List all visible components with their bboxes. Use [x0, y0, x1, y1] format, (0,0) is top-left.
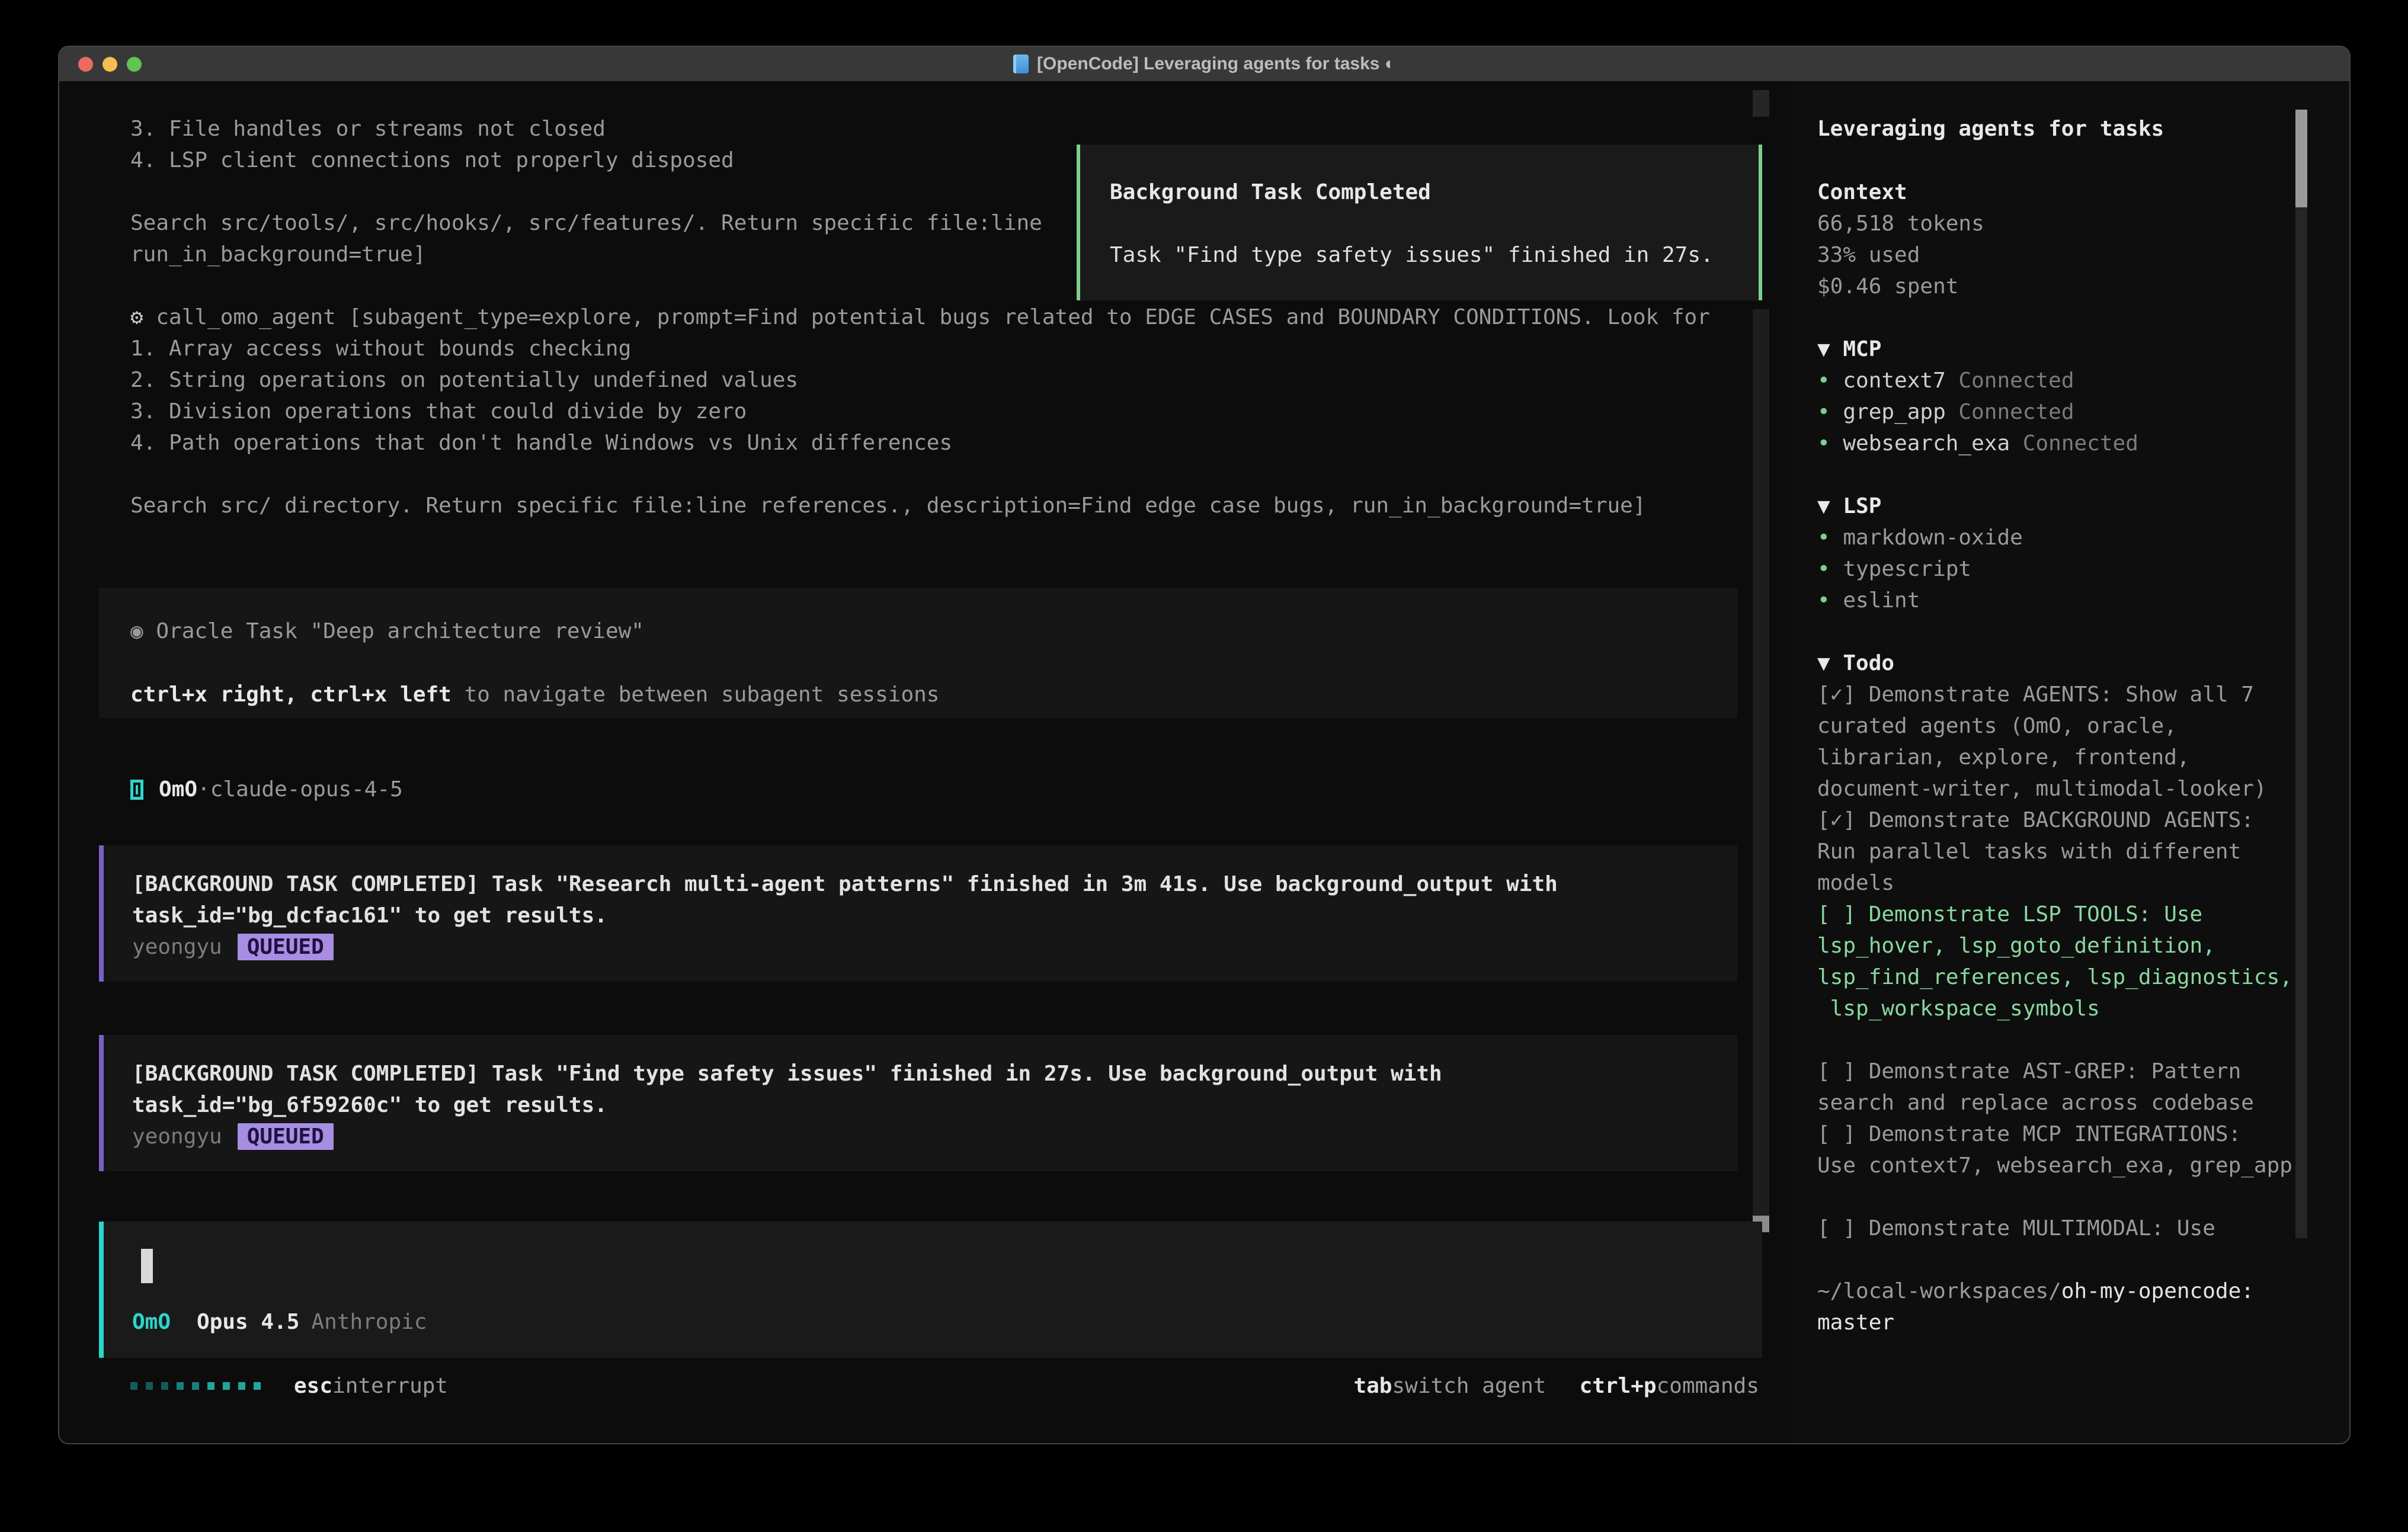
lsp-list: • markdown-oxide • typescript • eslint	[1817, 522, 2303, 616]
esc-key-hint[interactable]: esc	[294, 1374, 332, 1398]
oracle-task-box[interactable]: ◉ Oracle Task "Deep architecture review"…	[99, 588, 1737, 718]
model-selector-row[interactable]: OmO Opus 4.5 Anthropic	[132, 1306, 427, 1338]
spinner-dots	[130, 1382, 261, 1390]
lsp-item: • typescript	[1817, 553, 2303, 585]
lsp-item: • markdown-oxide	[1817, 522, 2303, 553]
context-stats: 66,518 tokens 33% used $0.46 spent	[1817, 208, 2303, 302]
task-message-block[interactable]: [BACKGROUND TASK COMPLETED] Task "Resear…	[99, 845, 1737, 982]
provider-name: Anthropic	[311, 1310, 427, 1334]
ctrlp-key-label: commands	[1657, 1374, 1759, 1398]
task-message-text: [BACKGROUND TASK COMPLETED] Task "Find t…	[132, 1058, 1442, 1121]
user-name: yeongyu	[132, 1124, 222, 1149]
lsp-section-header[interactable]: ▼ LSP	[1817, 491, 2303, 522]
toast-body: Task "Find type safety issues" finished …	[1110, 239, 1714, 271]
chevron-down-icon: ▼	[1817, 337, 1843, 361]
status-bar: esc interrupt tab switch agent ctrl+p co…	[130, 1370, 1759, 1402]
user-name: yeongyu	[132, 935, 222, 959]
task-message-meta: yeongyu QUEUED	[132, 931, 334, 963]
window-title: [OpenCode] Leveraging agents for tasks ◐	[1037, 54, 1395, 74]
agent-name: OmO	[159, 777, 197, 802]
zoom-button[interactable]	[127, 57, 142, 72]
minimize-button[interactable]	[103, 57, 117, 72]
git-branch: master	[1817, 1307, 2303, 1338]
scrollbar-segment	[1753, 90, 1769, 117]
task-message-text: [BACKGROUND TASK COMPLETED] Task "Resear…	[132, 868, 1558, 931]
tool-call-block: ⚙ call_omo_agent [subagent_type=explore,…	[130, 302, 1789, 521]
lsp-item: • eslint	[1817, 585, 2303, 616]
status-badge: QUEUED	[238, 934, 334, 960]
status-dot-icon: •	[1817, 557, 1843, 581]
model-name: Opus 4.5	[197, 1310, 299, 1334]
tool-call-item: 3. Division operations that could divide…	[130, 396, 1789, 427]
oracle-task-title: ◉ Oracle Task "Deep architecture review"	[130, 616, 644, 647]
todo-done-items: [✓] Demonstrate AGENTS: Show all 7 curat…	[1817, 679, 2303, 899]
toast-title: Background Task Completed	[1110, 177, 1431, 208]
status-dot-icon: •	[1817, 525, 1843, 550]
app-version: • OpenCode 1.0.163	[1817, 1369, 2303, 1400]
terminal-line: 3. File handles or streams not closed	[130, 113, 1766, 145]
ctrlp-key-hint[interactable]: ctrl+p	[1580, 1374, 1657, 1398]
scrollbar-track[interactable]	[1753, 309, 1769, 1216]
tool-call-item: 4. Path operations that don't handle Win…	[130, 427, 1789, 459]
todo-pending-items: [ ] Demonstrate AST-GREP: Pattern search…	[1817, 1056, 2303, 1181]
context-used: 33% used	[1817, 239, 2303, 271]
status-dot-icon: •	[1817, 588, 1843, 613]
agent-header: OmO · claude-opus-4-5	[130, 774, 403, 805]
traffic-lights	[78, 47, 142, 81]
task-message-meta: yeongyu QUEUED	[132, 1121, 334, 1152]
tool-call-item: 1. Array access without bounds checking	[130, 333, 1789, 364]
status-dot-icon: •	[1817, 431, 1843, 456]
separator-dot: ·	[197, 777, 210, 802]
oracle-task-hint: ctrl+x right, ctrl+x left to navigate be…	[130, 679, 939, 710]
mcp-item: • websearch_exa Connected	[1817, 428, 2303, 459]
status-badge: QUEUED	[238, 1123, 334, 1150]
tool-call-footer: Search src/ directory. Return specific f…	[130, 490, 1789, 521]
agent-square-icon	[130, 780, 143, 800]
context-tokens: 66,518 tokens	[1817, 208, 2303, 239]
shortcut-keys: ctrl+x right, ctrl+x left	[130, 682, 451, 707]
text-cursor	[141, 1249, 153, 1283]
mcp-section-header[interactable]: ▼ MCP	[1817, 334, 2303, 365]
prompt-input[interactable]: OmO Opus 4.5 Anthropic	[99, 1222, 1762, 1358]
agent-model: claude-opus-4-5	[210, 777, 403, 802]
mcp-item: • grep_app Connected	[1817, 396, 2303, 428]
status-dot-icon: •	[1817, 400, 1843, 424]
gear-icon: ⚙	[130, 305, 156, 329]
session-sidebar: Leveraging agents for tasks Context 66,5…	[1794, 81, 2349, 1443]
esc-key-label: interrupt	[332, 1374, 448, 1398]
context-spent: $0.46 spent	[1817, 271, 2303, 302]
terminal-window: [OpenCode] Leveraging agents for tasks ◐…	[58, 46, 2351, 1444]
terminal-main-pane: 3. File handles or streams not closed 4.…	[59, 81, 1794, 1443]
chevron-down-icon: ▼	[1817, 494, 1843, 518]
window-titlebar[interactable]: [OpenCode] Leveraging agents for tasks ◐	[59, 47, 2349, 81]
mcp-item: • context7 Connected	[1817, 365, 2303, 396]
session-title: Leveraging agents for tasks	[1817, 113, 2303, 145]
todo-active-item: [ ] Demonstrate LSP TOOLS: Use lsp_hover…	[1817, 899, 2303, 1024]
close-button[interactable]	[78, 57, 93, 72]
tab-key-label: switch agent	[1392, 1374, 1546, 1398]
todo-pending-items: [ ] Demonstrate MULTIMODAL: Use	[1817, 1213, 2303, 1244]
status-dot-icon: •	[1817, 368, 1843, 393]
tool-call-header: ⚙ call_omo_agent [subagent_type=explore,…	[130, 302, 1789, 333]
context-heading: Context	[1817, 177, 2303, 208]
chevron-down-icon: ▼	[1817, 651, 1843, 675]
todo-section-header[interactable]: ▼ Todo	[1817, 648, 2303, 679]
background-task-toast[interactable]: Background Task Completed Task "Find typ…	[1077, 145, 1762, 300]
tab-key-hint[interactable]: tab	[1353, 1374, 1392, 1398]
workspace-path: ~/local-workspaces/oh-my-opencode: maste…	[1817, 1275, 2303, 1338]
opencode-file-icon	[1013, 55, 1029, 73]
active-agent-label: OmO	[132, 1310, 171, 1334]
task-message-block[interactable]: [BACKGROUND TASK COMPLETED] Task "Find t…	[99, 1035, 1737, 1171]
tool-call-blank	[130, 459, 1789, 490]
tool-call-item: 2. String operations on potentially unde…	[130, 364, 1789, 396]
mcp-list: • context7 Connected • grep_app Connecte…	[1817, 365, 2303, 459]
record-icon: ◉	[130, 619, 156, 643]
